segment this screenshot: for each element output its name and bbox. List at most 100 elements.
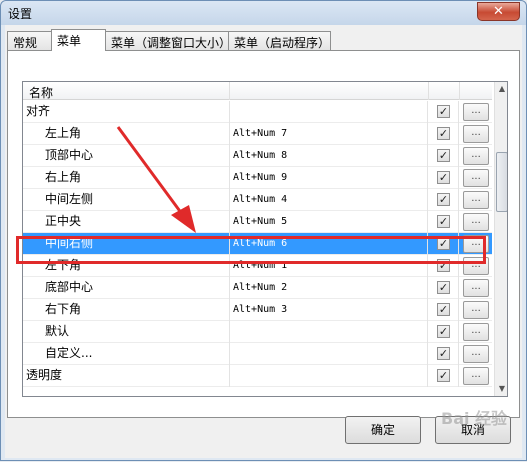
enabled-checkbox[interactable]: ✓ <box>437 259 450 272</box>
settings-window: 设置 ✕ 常规 菜单 菜单（调整窗口大小） 菜单（启动程序） 名称 对齐 ✓...… <box>0 0 527 461</box>
scroll-up-icon[interactable]: ▲ <box>496 82 507 96</box>
row-hotkey[interactable] <box>231 365 428 387</box>
row-enabled-cell: ✓ <box>429 321 459 343</box>
row-edit-cell: ... <box>460 123 492 145</box>
row-name: 正中央 <box>23 211 230 233</box>
scrollbar-thumb[interactable] <box>496 152 507 212</box>
row-hotkey[interactable] <box>231 343 428 365</box>
edit-ellipsis-button[interactable]: ... <box>463 279 489 297</box>
row-enabled-cell: ✓ <box>429 211 459 233</box>
enabled-checkbox[interactable]: ✓ <box>437 281 450 294</box>
tab-menu-resize[interactable]: 菜单（调整窗口大小） <box>105 31 231 50</box>
list-row[interactable]: 透明度 ✓... <box>23 365 492 387</box>
row-name: 自定义... <box>23 343 230 365</box>
menu-items-list[interactable]: 名称 对齐 ✓... 左上角 Alt+Num 7 ✓... 顶部中心 Alt+Num 8 ✓.… <box>22 81 508 397</box>
row-hotkey[interactable]: Alt+Num 4 <box>231 189 428 211</box>
enabled-checkbox[interactable]: ✓ <box>437 237 450 250</box>
column-header-hotkey[interactable] <box>230 82 429 100</box>
edit-ellipsis-button[interactable]: ... <box>463 257 489 275</box>
edit-ellipsis-button[interactable]: ... <box>463 367 489 385</box>
list-row[interactable]: 底部中心 Alt+Num 2 ✓... <box>23 277 492 299</box>
edit-ellipsis-button[interactable]: ... <box>463 147 489 165</box>
cancel-button[interactable]: 取消 <box>435 416 511 444</box>
tab-general[interactable]: 常规 <box>7 31 52 50</box>
row-hotkey[interactable]: Alt+Num 3 <box>231 299 428 321</box>
list-row[interactable]: 对齐 ✓... <box>23 101 492 123</box>
edit-ellipsis-button[interactable]: ... <box>463 103 489 121</box>
scroll-down-icon[interactable]: ▼ <box>496 382 507 396</box>
row-name: 左下角 <box>23 255 230 277</box>
row-hotkey[interactable] <box>231 101 428 123</box>
row-hotkey[interactable] <box>231 321 428 343</box>
row-enabled-cell: ✓ <box>429 255 459 277</box>
row-enabled-cell: ✓ <box>429 189 459 211</box>
row-hotkey[interactable]: Alt+Num 9 <box>231 167 428 189</box>
row-edit-cell: ... <box>460 233 492 255</box>
edit-ellipsis-button[interactable]: ... <box>463 345 489 363</box>
row-edit-cell: ... <box>460 145 492 167</box>
column-header-enabled[interactable] <box>429 82 460 100</box>
list-row[interactable]: 自定义... ✓... <box>23 343 492 365</box>
edit-ellipsis-button[interactable]: ... <box>463 169 489 187</box>
enabled-checkbox[interactable]: ✓ <box>437 347 450 360</box>
row-enabled-cell: ✓ <box>429 299 459 321</box>
list-row[interactable]: 中间左侧 Alt+Num 4 ✓... <box>23 189 492 211</box>
ok-button[interactable]: 确定 <box>345 416 421 444</box>
enabled-checkbox[interactable]: ✓ <box>437 303 450 316</box>
list-row[interactable]: 正中央 Alt+Num 5 ✓... <box>23 211 492 233</box>
row-name: 对齐 <box>23 101 230 123</box>
row-hotkey[interactable]: Alt+Num 2 <box>231 277 428 299</box>
close-icon: ✕ <box>493 4 504 19</box>
list-row[interactable]: 右下角 Alt+Num 3 ✓... <box>23 299 492 321</box>
row-hotkey[interactable]: Alt+Num 8 <box>231 145 428 167</box>
row-enabled-cell: ✓ <box>429 123 459 145</box>
tab-panel: 名称 对齐 ✓... 左上角 Alt+Num 7 ✓... 顶部中心 Alt+Num 8 ✓.… <box>7 50 520 418</box>
row-enabled-cell: ✓ <box>429 233 459 255</box>
list-row[interactable]: 左上角 Alt+Num 7 ✓... <box>23 123 492 145</box>
row-enabled-cell: ✓ <box>429 365 459 387</box>
row-hotkey[interactable]: Alt+Num 5 <box>231 211 428 233</box>
list-row[interactable]: 默认 ✓... <box>23 321 492 343</box>
edit-ellipsis-button[interactable]: ... <box>463 323 489 341</box>
list-row[interactable]: 顶部中心 Alt+Num 8 ✓... <box>23 145 492 167</box>
row-hotkey[interactable]: Alt+Num 1 <box>231 255 428 277</box>
row-hotkey[interactable]: Alt+Num 7 <box>231 123 428 145</box>
edit-ellipsis-button[interactable]: ... <box>463 125 489 143</box>
row-edit-cell: ... <box>460 365 492 387</box>
row-edit-cell: ... <box>460 167 492 189</box>
edit-ellipsis-button[interactable]: ... <box>463 191 489 209</box>
row-name: 右下角 <box>23 299 230 321</box>
list-row[interactable]: 中间右侧 Alt+Num 6 ✓... <box>23 233 492 255</box>
tab-menu-launch[interactable]: 菜单（启动程序） <box>228 31 331 50</box>
enabled-checkbox[interactable]: ✓ <box>437 325 450 338</box>
enabled-checkbox[interactable]: ✓ <box>437 171 450 184</box>
enabled-checkbox[interactable]: ✓ <box>437 127 450 140</box>
row-edit-cell: ... <box>460 101 492 123</box>
enabled-checkbox[interactable]: ✓ <box>437 105 450 118</box>
column-header-name[interactable]: 名称 <box>23 82 230 100</box>
enabled-checkbox[interactable]: ✓ <box>437 193 450 206</box>
dialog-body: 常规 菜单 菜单（调整窗口大小） 菜单（启动程序） 名称 对齐 ✓... 左上角 Al… <box>5 25 522 458</box>
edit-ellipsis-button[interactable]: ... <box>463 301 489 319</box>
edit-ellipsis-button[interactable]: ... <box>463 213 489 231</box>
row-name: 右上角 <box>23 167 230 189</box>
list-row[interactable]: 右上角 Alt+Num 9 ✓... <box>23 167 492 189</box>
list-row[interactable]: 左下角 Alt+Num 1 ✓... <box>23 255 492 277</box>
close-button[interactable]: ✕ <box>477 2 520 21</box>
column-header-edit[interactable] <box>460 82 492 100</box>
vertical-scrollbar[interactable]: ▲ ▼ <box>494 82 507 396</box>
row-name: 底部中心 <box>23 277 230 299</box>
enabled-checkbox[interactable]: ✓ <box>437 149 450 162</box>
row-enabled-cell: ✓ <box>429 145 459 167</box>
row-enabled-cell: ✓ <box>429 343 459 365</box>
row-hotkey[interactable]: Alt+Num 6 <box>231 233 428 255</box>
enabled-checkbox[interactable]: ✓ <box>437 215 450 228</box>
row-name: 默认 <box>23 321 230 343</box>
tab-menu[interactable]: 菜单 <box>51 29 106 51</box>
edit-ellipsis-button[interactable]: ... <box>463 235 489 253</box>
row-name: 中间左侧 <box>23 189 230 211</box>
enabled-checkbox[interactable]: ✓ <box>437 369 450 382</box>
row-name: 顶部中心 <box>23 145 230 167</box>
title-bar[interactable]: 设置 ✕ <box>1 1 526 25</box>
row-edit-cell: ... <box>460 321 492 343</box>
